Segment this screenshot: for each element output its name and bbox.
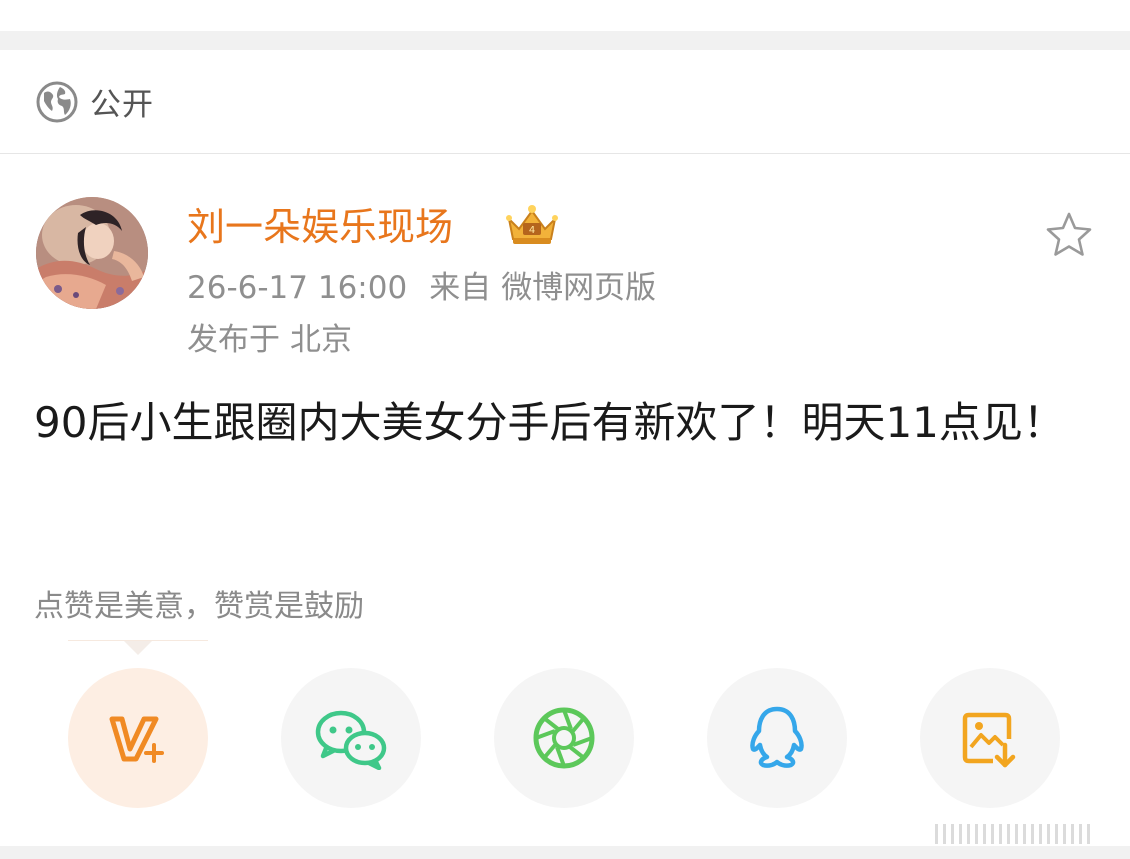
- bottom-edge: [0, 846, 1130, 859]
- share-sheet-page: 公开 刘一朵娱乐现场 4 26-6-17 16:00 来自 微博网页版 发布于 北京: [0, 0, 1130, 859]
- qq-icon: [750, 706, 804, 768]
- divider: [0, 31, 1130, 50]
- avatar-image: [36, 197, 148, 309]
- author-name[interactable]: 刘一朵娱乐现场: [187, 200, 453, 254]
- post-time: 26-6-17 16:00: [187, 270, 408, 306]
- share-button-wechat[interactable]: [281, 668, 421, 808]
- reward-tip: 点赞是美意，赞赏是鼓励: [34, 589, 364, 624]
- author-avatar[interactable]: [36, 197, 148, 309]
- location-name: 北京: [290, 322, 352, 358]
- crown-icon: 4: [506, 205, 558, 244]
- location-prefix: 发布于: [187, 322, 280, 358]
- wechat-icon: [315, 710, 387, 770]
- star-icon[interactable]: [1044, 210, 1094, 260]
- source-client: 微博网页版: [501, 270, 657, 306]
- post-location: 发布于 北京: [187, 318, 352, 362]
- visibility-selector[interactable]: 公开: [0, 50, 1130, 154]
- share-button-moments[interactable]: [494, 668, 634, 808]
- scroll-indicator: [935, 824, 1095, 844]
- share-button-qq[interactable]: [707, 668, 847, 808]
- tip-pointer: [68, 640, 208, 655]
- share-button-save-image[interactable]: [920, 668, 1060, 808]
- share-button-vplus[interactable]: [68, 668, 208, 808]
- globe-icon: [36, 81, 78, 122]
- vplus-icon: [109, 716, 164, 763]
- visibility-label: 公开: [90, 87, 154, 123]
- source-prefix: 来自: [429, 270, 492, 306]
- moments-icon: [533, 707, 595, 769]
- svg-text:4: 4: [529, 225, 535, 236]
- post-body: 90后小生跟圈内大美女分手后有新欢了！明天11点见！: [34, 398, 1065, 447]
- save-image-icon: [962, 712, 1016, 768]
- post-meta: 26-6-17 16:00 来自 微博网页版: [187, 266, 656, 310]
